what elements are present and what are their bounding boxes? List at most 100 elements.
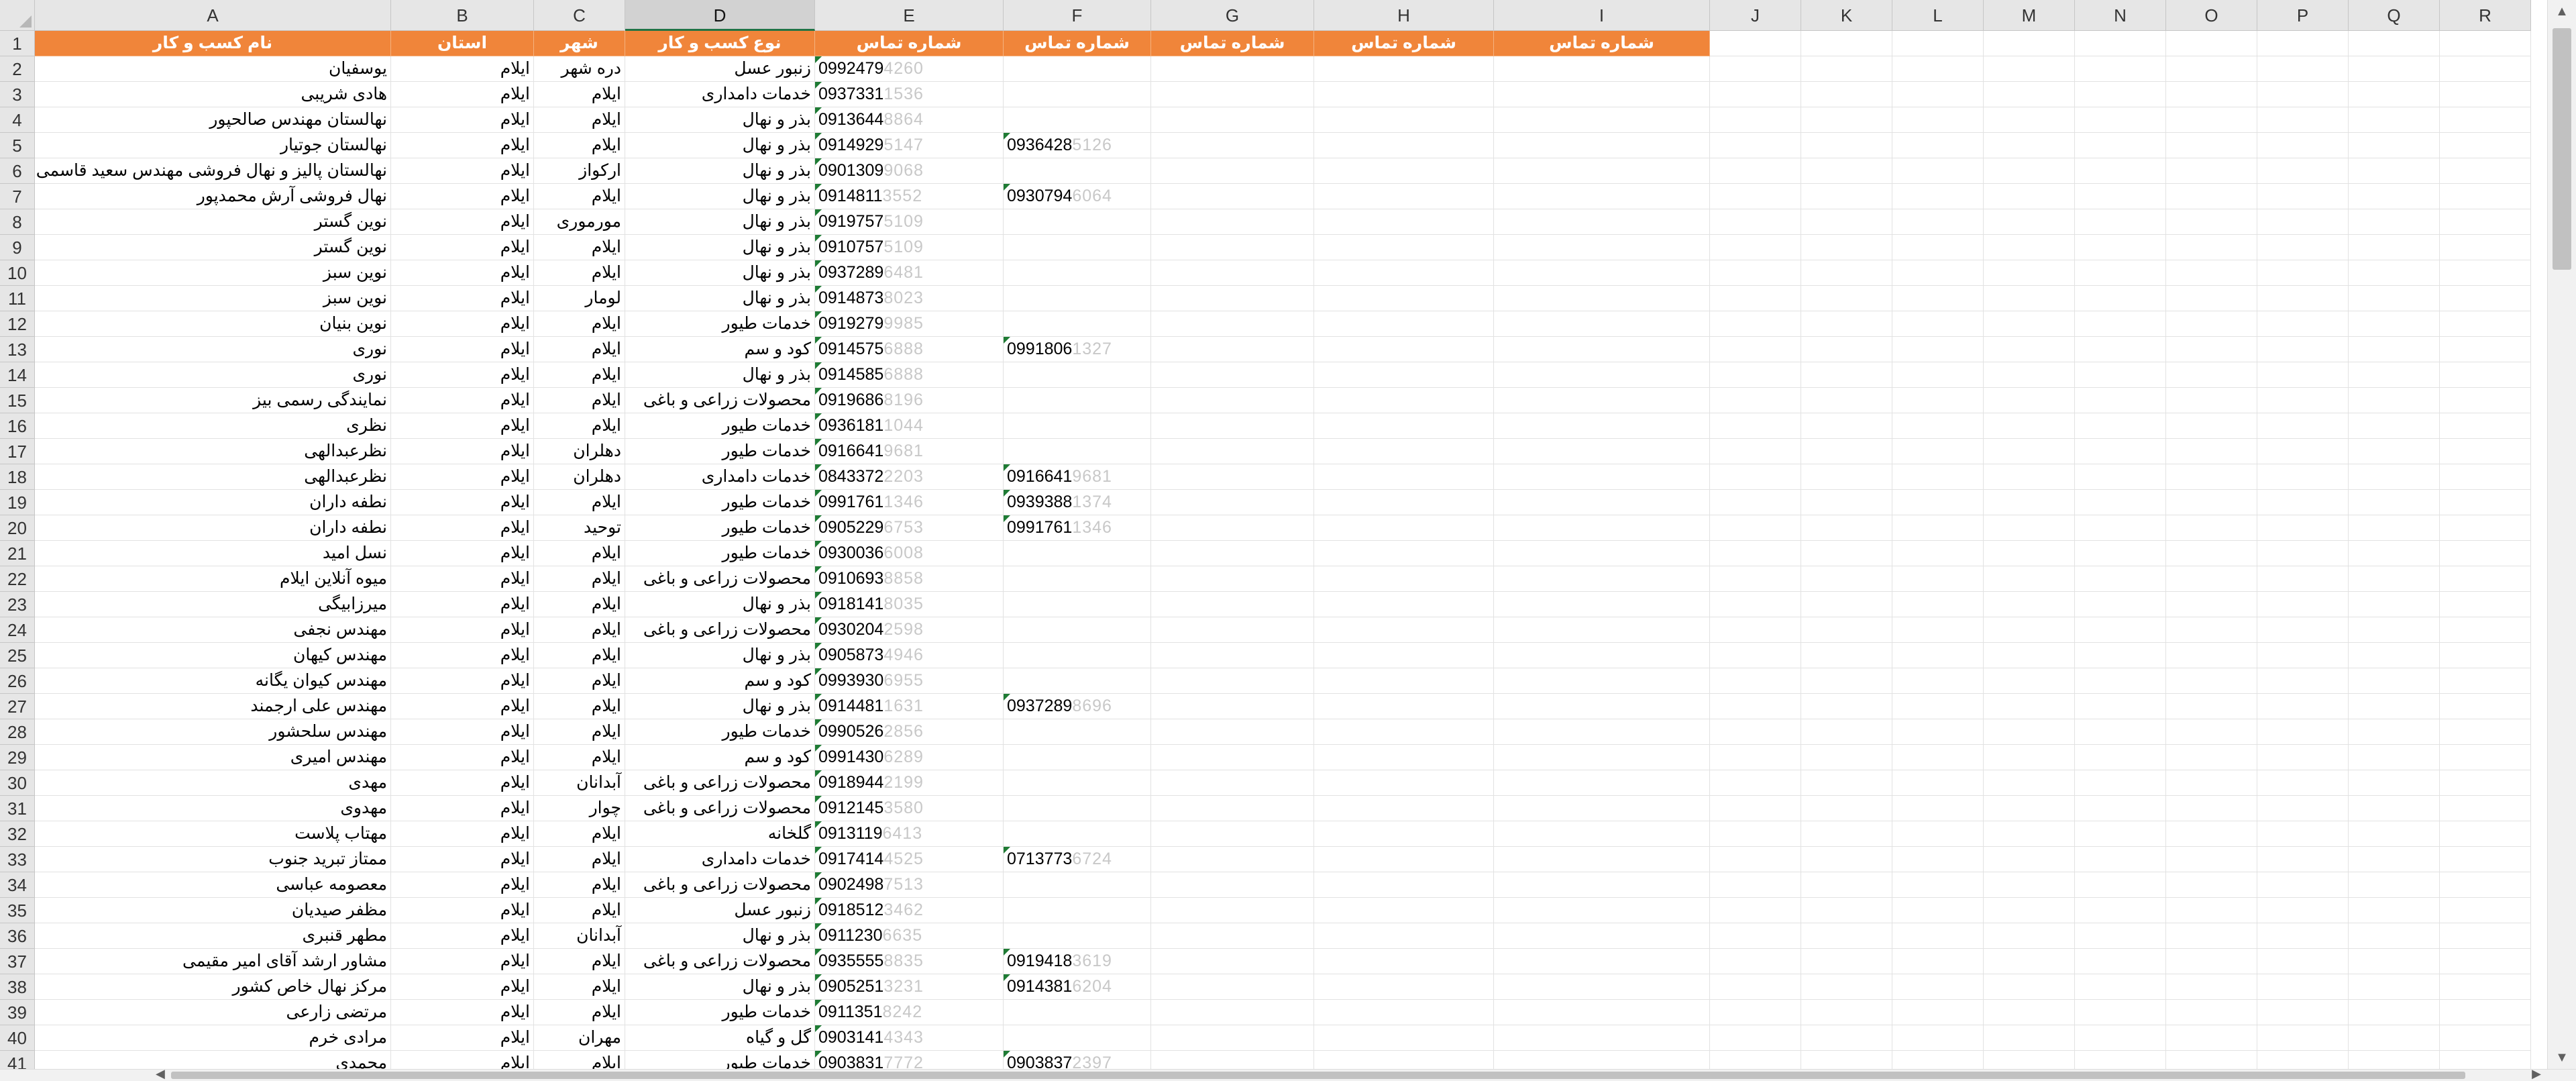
row-header[interactable]: 17 [0, 439, 35, 464]
empty-cell[interactable] [2349, 1000, 2440, 1025]
phone-cell-primary[interactable]: 09361811044 [815, 413, 1004, 439]
empty-cell[interactable] [2440, 694, 2531, 719]
empty-cell[interactable] [2166, 235, 2257, 260]
empty-cell[interactable] [1984, 184, 2075, 209]
empty-cell[interactable] [1801, 974, 1892, 1000]
empty-cell[interactable] [1314, 566, 1494, 592]
business-name-cell[interactable]: مهدوی [35, 796, 391, 821]
empty-cell[interactable] [2166, 209, 2257, 235]
city-cell[interactable]: ایلام [534, 362, 625, 388]
business-type-cell[interactable]: محصولات زراعی و باغی [625, 566, 815, 592]
province-cell[interactable]: ایلام [391, 566, 534, 592]
empty-cell[interactable] [2257, 719, 2349, 745]
empty-cell[interactable] [1892, 31, 1984, 56]
empty-cell[interactable] [2440, 923, 2531, 949]
business-name-cell[interactable]: مشاور ارشد آقای امیر مقیمی [35, 949, 391, 974]
empty-cell[interactable] [1494, 694, 1710, 719]
phone-cell-primary[interactable]: 09939306955 [815, 668, 1004, 694]
empty-cell[interactable] [2166, 490, 2257, 515]
empty-cell[interactable] [1710, 566, 1801, 592]
province-cell[interactable]: ایلام [391, 949, 534, 974]
empty-cell[interactable] [1801, 745, 1892, 770]
business-name-cell[interactable]: مرکز نهال خاص کشور [35, 974, 391, 1000]
phone-cell-primary[interactable]: 09145756888 [815, 337, 1004, 362]
empty-cell[interactable] [1314, 872, 1494, 898]
empty-cell[interactable] [1892, 796, 1984, 821]
phone-cell-secondary[interactable] [1004, 260, 1151, 286]
empty-cell[interactable] [2440, 847, 2531, 872]
empty-cell[interactable] [1892, 311, 1984, 337]
column-header-k[interactable]: K [1801, 0, 1892, 31]
province-cell[interactable]: ایلام [391, 847, 534, 872]
empty-cell[interactable] [2440, 668, 2531, 694]
phone-cell-secondary[interactable] [1004, 107, 1151, 133]
empty-cell[interactable] [1314, 82, 1494, 107]
phone-cell-primary[interactable]: 09112306635 [815, 923, 1004, 949]
empty-cell[interactable] [2166, 413, 2257, 439]
empty-cell[interactable] [1710, 311, 1801, 337]
empty-cell[interactable] [1984, 107, 2075, 133]
empty-cell[interactable] [2166, 82, 2257, 107]
empty-cell[interactable] [1710, 133, 1801, 158]
city-cell[interactable]: ایلام [534, 566, 625, 592]
empty-cell[interactable] [2075, 82, 2166, 107]
business-name-cell[interactable]: نوین گستر [35, 209, 391, 235]
business-type-cell[interactable]: گلخانه [625, 821, 815, 847]
empty-cell[interactable] [2075, 1051, 2166, 1069]
empty-cell[interactable] [1984, 974, 2075, 1000]
empty-cell[interactable] [1314, 107, 1494, 133]
empty-cell[interactable] [2257, 770, 2349, 796]
phone-cell-secondary[interactable] [1004, 566, 1151, 592]
empty-cell[interactable] [2257, 566, 2349, 592]
empty-cell[interactable] [1984, 439, 2075, 464]
empty-cell[interactable] [2166, 286, 2257, 311]
empty-cell[interactable] [2075, 1000, 2166, 1025]
phone-cell-secondary[interactable] [1004, 872, 1151, 898]
empty-cell[interactable] [1710, 158, 1801, 184]
empty-cell[interactable] [1892, 770, 1984, 796]
empty-cell[interactable] [1314, 490, 1494, 515]
phone-cell-secondary[interactable]: 09372898696 [1004, 694, 1151, 719]
phone-cell-secondary[interactable] [1004, 286, 1151, 311]
empty-cell[interactable] [1801, 949, 1892, 974]
empty-cell[interactable] [1801, 898, 1892, 923]
empty-cell[interactable] [1151, 592, 1314, 617]
empty-cell[interactable] [1801, 235, 1892, 260]
empty-cell[interactable] [1494, 745, 1710, 770]
scroll-right-icon[interactable]: ▶ [2532, 1067, 2541, 1081]
empty-cell[interactable] [2349, 311, 2440, 337]
business-name-cell[interactable]: یوسفیان [35, 56, 391, 82]
empty-cell[interactable] [2349, 464, 2440, 490]
empty-cell[interactable] [1984, 490, 2075, 515]
empty-cell[interactable] [2349, 515, 2440, 541]
empty-cell[interactable] [1151, 490, 1314, 515]
province-cell[interactable]: ایلام [391, 209, 534, 235]
business-name-cell[interactable]: نظرعبدالهی [35, 439, 391, 464]
empty-cell[interactable] [2257, 311, 2349, 337]
empty-cell[interactable] [2349, 668, 2440, 694]
empty-cell[interactable] [2440, 1025, 2531, 1051]
province-cell[interactable]: ایلام [391, 464, 534, 490]
column-header-j[interactable]: J [1710, 0, 1801, 31]
empty-cell[interactable] [1984, 464, 2075, 490]
empty-cell[interactable] [2440, 31, 2531, 56]
business-type-cell[interactable]: خدمات طیور [625, 541, 815, 566]
empty-cell[interactable] [2075, 490, 2166, 515]
province-cell[interactable]: ایلام [391, 974, 534, 1000]
phone-cell-secondary[interactable] [1004, 617, 1151, 643]
city-cell[interactable]: ایلام [534, 260, 625, 286]
empty-cell[interactable] [2440, 745, 2531, 770]
empty-cell[interactable] [1494, 260, 1710, 286]
empty-cell[interactable] [1892, 286, 1984, 311]
phone-cell-primary[interactable]: 09185123462 [815, 898, 1004, 923]
empty-cell[interactable] [2075, 515, 2166, 541]
province-cell[interactable]: ایلام [391, 82, 534, 107]
phone-cell-primary[interactable]: 09181418035 [815, 592, 1004, 617]
empty-cell[interactable] [1984, 260, 2075, 286]
empty-cell[interactable] [1892, 260, 1984, 286]
empty-cell[interactable] [1314, 439, 1494, 464]
city-cell[interactable]: ایلام [534, 107, 625, 133]
empty-cell[interactable] [1314, 592, 1494, 617]
business-type-cell[interactable]: محصولات زراعی و باغی [625, 617, 815, 643]
phone-cell-secondary[interactable] [1004, 311, 1151, 337]
